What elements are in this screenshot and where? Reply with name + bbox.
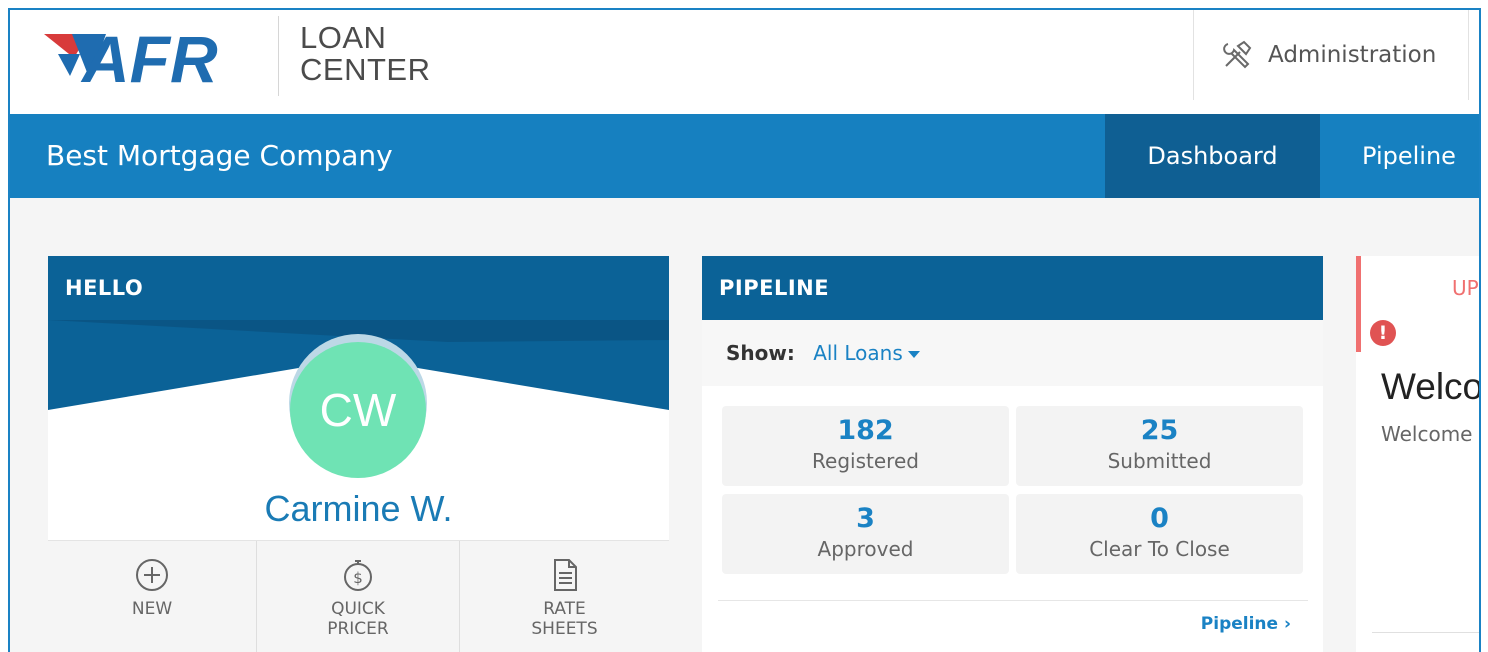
company-name: Best Mortgage Company: [46, 139, 393, 172]
stat-registered[interactable]: 182 Registered: [722, 406, 1009, 486]
tab-pipeline[interactable]: Pipeline: [1340, 114, 1479, 198]
hello-card: HELLO CW Carmine W. NEW $ QUICK PRICER R…: [48, 256, 669, 652]
pipeline-card: PIPELINE Show: All Loans 182 Registered …: [702, 256, 1323, 652]
alert-accent-bar: [1356, 256, 1361, 352]
rate-sheets-label-2: SHEETS: [531, 619, 598, 639]
updates-card-title: UP: [1452, 276, 1479, 300]
logo-subtitle-line1: LOAN: [300, 20, 387, 55]
administration-label: Administration: [1268, 42, 1437, 68]
new-loan-button[interactable]: NEW: [48, 541, 257, 652]
avatar[interactable]: CW: [290, 342, 426, 478]
app-frame: AFR LOAN CENTER Administration Best Mort…: [8, 8, 1481, 652]
stat-value: 182: [837, 415, 894, 446]
stat-submitted[interactable]: 25 Submitted: [1016, 406, 1303, 486]
stat-label: Approved: [817, 537, 914, 561]
svg-text:$: $: [353, 569, 363, 587]
chevron-down-icon: [907, 351, 920, 358]
stat-label: Clear To Close: [1089, 537, 1230, 561]
main-navbar: Best Mortgage Company Dashboard Pipeline: [10, 114, 1479, 198]
divider: [1372, 632, 1479, 633]
quick-actions: NEW $ QUICK PRICER RATE SHEETS: [48, 540, 669, 652]
pipeline-card-title: PIPELINE: [702, 256, 1323, 320]
tab-dashboard[interactable]: Dashboard: [1105, 114, 1320, 198]
stopwatch-dollar-icon: $: [344, 560, 372, 591]
stat-approved[interactable]: 3 Approved: [722, 494, 1009, 574]
logo-subtitle: LOAN CENTER: [300, 22, 430, 86]
pipeline-link[interactable]: Pipeline ›: [1201, 614, 1291, 634]
hello-card-title: HELLO: [48, 256, 669, 320]
quick-pricer-button[interactable]: $ QUICK PRICER: [257, 541, 460, 652]
stat-value: 0: [1150, 503, 1169, 534]
logo-text: AFR: [80, 24, 218, 88]
show-label: Show:: [726, 341, 795, 365]
welcome-text: Welcome: [1381, 422, 1473, 446]
alert-icon: !: [1370, 320, 1396, 346]
show-filter-dropdown[interactable]: All Loans: [813, 341, 920, 365]
tools-icon: [1223, 40, 1252, 69]
divider: [718, 600, 1308, 601]
stat-value: 25: [1140, 415, 1179, 446]
plus-circle-icon: [136, 559, 168, 591]
updates-card: UP ! Welco Welcome: [1356, 256, 1481, 652]
administration-button[interactable]: Administration: [1193, 10, 1469, 100]
user-name: Carmine W.: [264, 488, 453, 529]
stat-value: 3: [856, 503, 875, 534]
logo-subtitle-line2: CENTER: [300, 52, 431, 87]
new-loan-label: NEW: [131, 599, 173, 619]
show-filter-row: Show: All Loans: [702, 320, 1323, 386]
stat-label: Submitted: [1107, 449, 1212, 473]
document-icon: [553, 559, 577, 591]
welcome-title: Welco: [1381, 366, 1481, 407]
rate-sheets-label-1: RATE: [543, 599, 586, 619]
rate-sheets-button[interactable]: RATE SHEETS: [460, 541, 669, 652]
top-header: AFR LOAN CENTER Administration: [10, 10, 1479, 114]
show-filter-value: All Loans: [813, 341, 903, 365]
quick-pricer-label-2: PRICER: [327, 619, 389, 639]
afr-logo[interactable]: AFR: [44, 24, 264, 88]
logo-divider: [278, 16, 279, 96]
quick-pricer-label-1: QUICK: [331, 599, 385, 619]
stat-label: Registered: [812, 449, 919, 473]
stat-clear-to-close[interactable]: 0 Clear To Close: [1016, 494, 1303, 574]
